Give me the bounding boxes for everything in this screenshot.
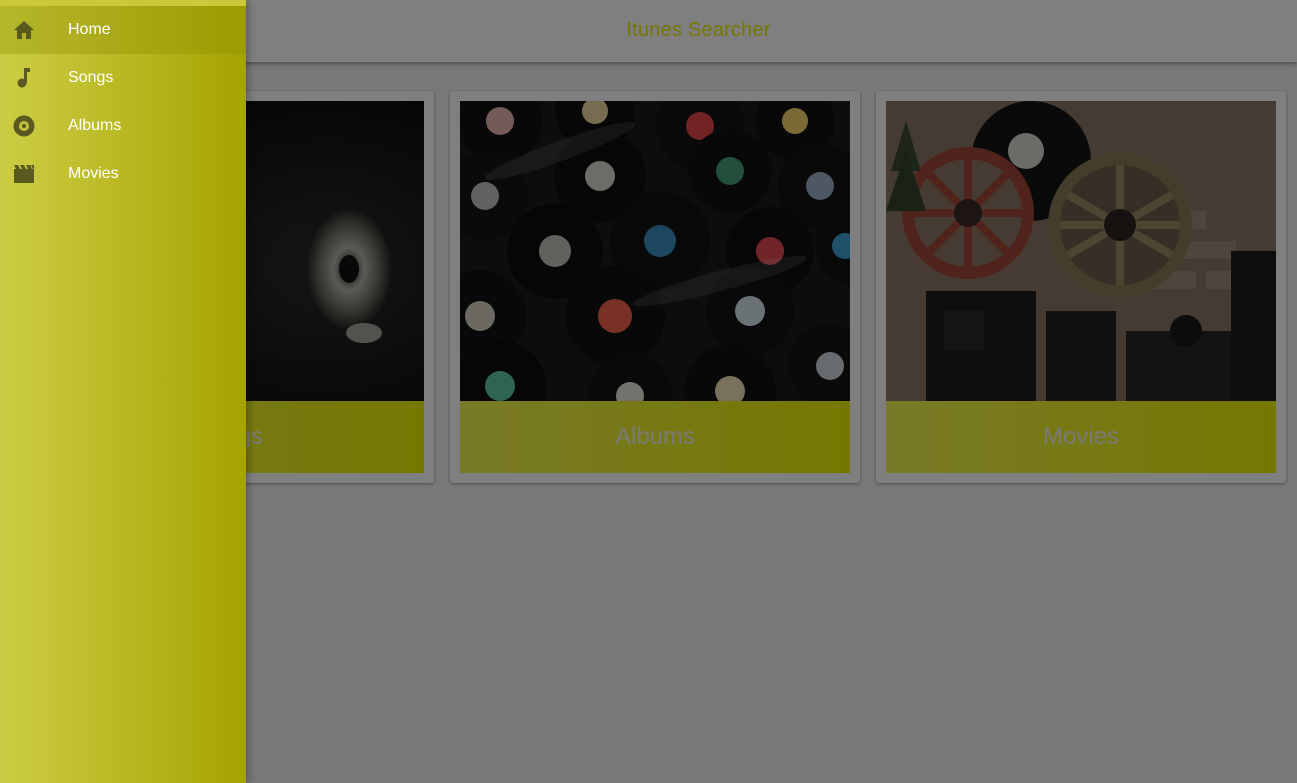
drawer-item-songs[interactable]: Songs (0, 54, 246, 102)
drawer-item-songs-label: Songs (68, 69, 114, 86)
app-root: Itunes Searcher (0, 0, 1297, 783)
navigation-drawer: Home Songs Albums Movies (0, 0, 246, 783)
home-icon (13, 19, 35, 41)
drawer-item-home-label: Home (68, 21, 111, 38)
drawer-item-movies[interactable]: Movies (0, 150, 246, 198)
movie-clapper-icon (13, 163, 35, 185)
drawer-item-home[interactable]: Home (0, 6, 246, 54)
music-note-icon (13, 67, 35, 89)
drawer-item-movies-label: Movies (68, 165, 119, 182)
album-icon (13, 115, 35, 137)
drawer-item-albums-label: Albums (68, 117, 122, 134)
drawer-item-albums[interactable]: Albums (0, 102, 246, 150)
